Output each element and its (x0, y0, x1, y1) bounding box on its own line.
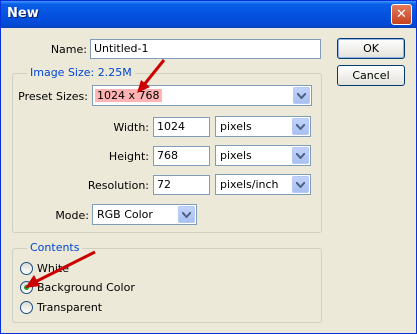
height-unit-select[interactable]: pixels (215, 145, 311, 166)
close-button[interactable]: ✕ (391, 4, 412, 25)
chevron-down-icon[interactable] (292, 176, 309, 193)
radio-white[interactable]: White (20, 261, 140, 277)
chevron-down-icon[interactable] (292, 118, 309, 135)
resolution-unit-value: pixels/inch (220, 178, 279, 191)
radio-button-selected[interactable] (20, 281, 33, 294)
contents-title: Contents (27, 241, 83, 254)
mode-select[interactable]: RGB Color (92, 204, 197, 225)
close-icon: ✕ (396, 7, 407, 22)
radio-button[interactable] (20, 301, 33, 314)
image-size-title: Image Size: 2.25M (27, 66, 135, 79)
resolution-unit-select[interactable]: pixels/inch (215, 174, 311, 195)
radio-background-color[interactable]: Background Color (20, 280, 180, 296)
radio-label-transparent: Transparent (37, 301, 103, 314)
chevron-down-icon[interactable] (292, 147, 309, 164)
resolution-field[interactable]: 72 (153, 175, 210, 195)
new-document-dialog: New ✕ Name: Untitled-1 OK Cancel Image S… (0, 0, 417, 334)
dialog-title: New (7, 6, 39, 21)
height-label: Height: (108, 150, 149, 163)
cancel-button[interactable]: Cancel (337, 65, 405, 86)
radio-transparent[interactable]: Transparent (20, 300, 140, 316)
preset-sizes-select[interactable]: 1024 x 768 (92, 85, 312, 106)
width-label: Width: (113, 121, 149, 134)
mode-label: Mode: (55, 209, 89, 222)
radio-label-white: White (37, 262, 69, 275)
name-field[interactable]: Untitled-1 (90, 39, 321, 59)
title-bar[interactable]: New ✕ (1, 1, 416, 28)
chevron-down-icon[interactable] (178, 206, 195, 223)
width-unit-select[interactable]: pixels (215, 116, 311, 137)
name-label: Name: (50, 43, 87, 56)
width-unit-value: pixels (220, 120, 252, 133)
width-field[interactable]: 1024 (153, 117, 210, 137)
preset-sizes-value: 1024 x 768 (95, 89, 162, 102)
height-field[interactable]: 768 (153, 146, 210, 166)
height-unit-value: pixels (220, 149, 252, 162)
resolution-label: Resolution: (87, 179, 149, 192)
ok-button[interactable]: OK (337, 38, 405, 59)
chevron-down-icon[interactable] (293, 87, 310, 104)
radio-label-background-color: Background Color (37, 281, 135, 294)
radio-button[interactable] (20, 262, 33, 275)
preset-sizes-label: Preset Sizes: (18, 90, 88, 103)
mode-value: RGB Color (97, 208, 153, 221)
